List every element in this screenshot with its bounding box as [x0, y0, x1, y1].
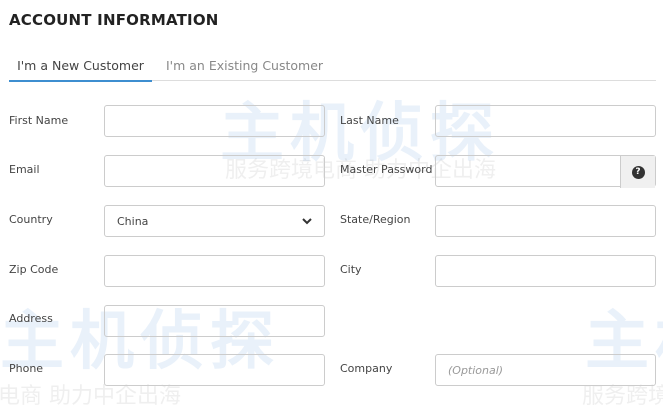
zip-label: Zip Code [9, 263, 59, 276]
country-select[interactable]: China [104, 205, 325, 237]
email-input[interactable] [104, 155, 325, 187]
master-password-label: Master Password [340, 163, 433, 176]
city-label: City [340, 263, 362, 276]
password-help-button[interactable]: ? [620, 156, 655, 188]
first-name-label: First Name [9, 114, 69, 127]
country-label: Country [9, 213, 53, 226]
last-name-label: Last Name [340, 114, 399, 127]
state-input[interactable] [435, 205, 656, 237]
tab-existing-customer[interactable]: I'm an Existing Customer [166, 58, 323, 73]
first-name-input[interactable] [104, 105, 325, 137]
company-placeholder: (Optional) [448, 363, 504, 377]
city-input[interactable] [435, 255, 656, 287]
address-label: Address [9, 312, 53, 325]
zip-input[interactable] [104, 255, 325, 287]
phone-input[interactable] [104, 354, 325, 386]
state-label: State/Region [340, 213, 411, 226]
customer-tabs: I'm a New Customer I'm an Existing Custo… [9, 56, 656, 82]
last-name-input[interactable] [435, 105, 656, 137]
email-label: Email [9, 163, 40, 176]
company-label: Company [340, 362, 393, 375]
page-title: ACCOUNT INFORMATION [9, 11, 219, 29]
phone-label: Phone [9, 362, 44, 375]
tab-new-customer[interactable]: I'm a New Customer [9, 58, 152, 82]
address-input[interactable] [104, 305, 325, 337]
master-password-input[interactable]: ? [435, 155, 656, 188]
question-icon: ? [631, 165, 645, 179]
chevron-down-icon [302, 217, 312, 224]
country-value: China [117, 214, 149, 228]
company-input[interactable]: (Optional) [435, 354, 656, 386]
